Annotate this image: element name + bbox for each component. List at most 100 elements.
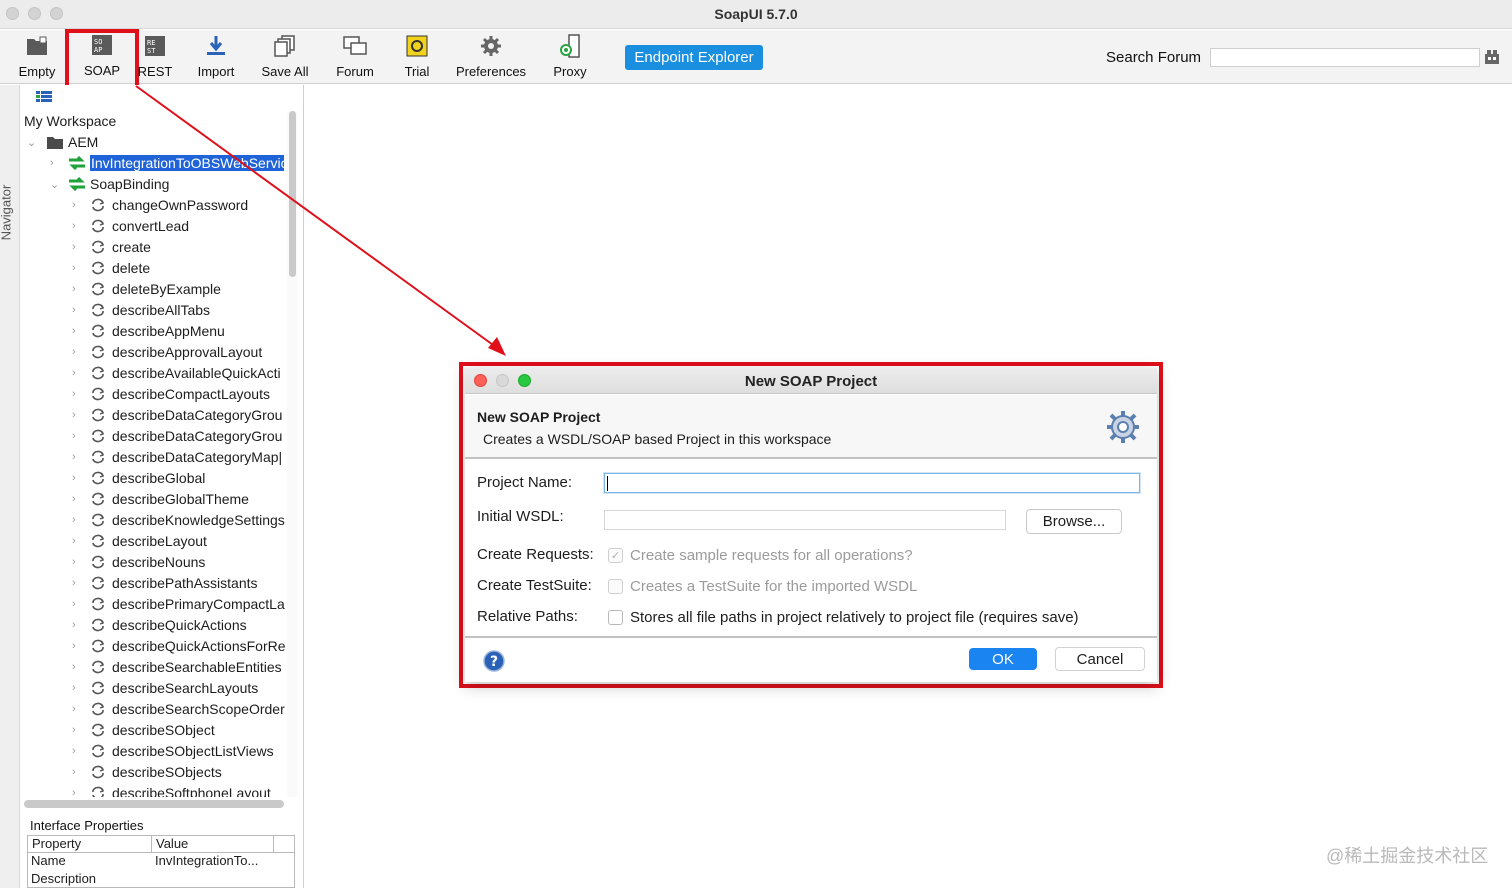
chevron-right-icon[interactable]: › [72,199,82,211]
chevron-right-icon[interactable]: › [72,451,82,463]
chevron-right-icon[interactable]: › [72,493,82,505]
property-column-header[interactable]: Property [28,836,152,852]
proxy-button[interactable]: Proxy [550,34,590,82]
trial-button[interactable]: Trial [399,34,435,82]
chevron-right-icon[interactable]: › [72,619,82,631]
operation-node[interactable]: › describeSObjects [72,762,222,782]
operation-node[interactable]: › describeQuickActionsForRe [72,636,286,656]
chevron-right-icon[interactable]: › [72,325,82,337]
rest-project-button[interactable]: RE ST REST [138,34,172,82]
operation-node[interactable]: › describeSearchableEntities [72,657,282,677]
operation-node[interactable]: › describeQuickActions [72,615,247,635]
chevron-down-icon[interactable]: ⌄ [50,178,60,191]
interface-node-selected[interactable]: › InvIntegrationToOBSWebService [50,153,284,173]
forum-button[interactable]: Forum [333,34,377,82]
operation-node[interactable]: › describePathAssistants [72,573,258,593]
project-node[interactable]: ⌄ AEM [27,132,98,152]
operation-node[interactable]: › describeSearchLayouts [72,678,258,698]
operation-node[interactable]: › describeSearchScopeOrder [72,699,285,719]
chevron-right-icon[interactable]: › [72,388,82,400]
operation-node[interactable]: › delete [72,258,150,278]
project-name-input[interactable] [604,473,1140,493]
navigator-tab[interactable]: Navigator [0,85,20,888]
operation-node[interactable]: › describeLayout [72,531,207,551]
chevron-right-icon[interactable]: › [72,220,82,232]
chevron-down-icon[interactable]: ⌄ [27,136,37,149]
chevron-right-icon[interactable]: › [72,556,82,568]
create-requests-option[interactable]: ✓ Create sample requests for all operati… [608,547,913,564]
search-forum-input[interactable] [1210,48,1480,67]
operation-node[interactable]: › describeSObject [72,720,215,740]
chevron-right-icon[interactable]: › [72,367,82,379]
operation-node[interactable]: › describeAppMenu [72,321,225,341]
chevron-right-icon[interactable]: › [72,577,82,589]
chevron-right-icon[interactable]: › [72,640,82,652]
chevron-right-icon[interactable]: › [72,724,82,736]
operation-node[interactable]: › describeAllTabs [72,300,210,320]
operation-node[interactable]: › deleteByExample [72,279,221,299]
create-requests-checkbox[interactable]: ✓ [608,548,623,563]
operation-node[interactable]: › describeGlobal [72,468,205,488]
chevron-right-icon[interactable]: › [72,409,82,421]
browse-button[interactable]: Browse... [1026,509,1122,534]
chevron-right-icon[interactable]: › [72,598,82,610]
endpoint-explorer-button[interactable]: Endpoint Explorer [625,45,763,70]
operation-node[interactable]: › changeOwnPassword [72,195,248,215]
chevron-right-icon[interactable]: › [72,241,82,253]
tree-horizontal-scrollbar[interactable] [24,799,284,809]
chevron-right-icon[interactable]: › [72,787,82,797]
value-column-header[interactable]: Value [152,836,274,852]
search-go-icon[interactable] [1484,49,1500,65]
save-all-button[interactable]: Save All [259,34,311,82]
list-view-icon[interactable] [36,91,52,103]
chevron-right-icon[interactable]: › [72,346,82,358]
cancel-button[interactable]: Cancel [1055,647,1145,671]
operation-node[interactable]: › describeSoftphoneLayout [72,783,271,797]
operation-node[interactable]: › describeAvailableQuickActi [72,363,281,383]
import-button[interactable]: Import [194,34,238,82]
chevron-right-icon[interactable]: › [72,682,82,694]
relative-paths-checkbox[interactable] [608,610,623,625]
operation-node[interactable]: › describePrimaryCompactLa [72,594,285,614]
operation-node[interactable]: › describeSObjectListViews [72,741,274,761]
operation-node[interactable]: › describeDataCategoryGrou [72,426,282,446]
chevron-right-icon[interactable]: › [72,766,82,778]
chevron-right-icon[interactable]: › [72,304,82,316]
scroll-thumb[interactable] [24,800,284,808]
chevron-right-icon[interactable]: › [72,661,82,673]
help-icon[interactable]: ? [483,650,505,672]
chevron-right-icon[interactable]: › [50,157,60,169]
empty-project-button[interactable]: Empty [17,34,57,82]
chevron-right-icon[interactable]: › [72,703,82,715]
operation-node[interactable]: › describeCompactLayouts [72,384,270,404]
preferences-button[interactable]: Preferences [455,34,527,82]
operation-node[interactable]: › create [72,237,151,257]
create-testsuite-checkbox[interactable] [608,579,623,594]
chevron-right-icon[interactable]: › [72,535,82,547]
tree-vertical-scrollbar[interactable] [287,111,297,797]
relative-paths-option[interactable]: Stores all file paths in project relativ… [608,609,1079,626]
chevron-right-icon[interactable]: › [72,745,82,757]
chevron-right-icon[interactable]: › [72,430,82,442]
interface-node[interactable]: ⌄ SoapBinding [50,174,169,194]
ok-button[interactable]: OK [969,648,1037,670]
initial-wsdl-input[interactable] [604,510,1006,530]
scroll-thumb[interactable] [289,111,296,277]
soap-project-button[interactable]: SO AP SOAP [65,29,139,90]
chevron-right-icon[interactable]: › [72,514,82,526]
chevron-right-icon[interactable]: › [72,283,82,295]
table-row[interactable]: Description [28,871,294,889]
table-row[interactable]: Name InvIntegrationTo... [28,853,294,871]
operation-node[interactable]: › describeKnowledgeSettings [72,510,285,530]
operation-node[interactable]: › describeDataCategoryGrou [72,405,282,425]
workspace-node[interactable]: My Workspace [24,111,116,131]
operation-node[interactable]: › describeNouns [72,552,205,572]
operation-node[interactable]: › describeApprovalLayout [72,342,262,362]
create-testsuite-option[interactable]: Creates a TestSuite for the imported WSD… [608,578,917,595]
operation-node[interactable]: › describeGlobalTheme [72,489,249,509]
chevron-right-icon[interactable]: › [72,262,82,274]
new-soap-project-dialog: New SOAP Project New SOAP Project Create… [465,368,1157,682]
operation-node[interactable]: › convertLead [72,216,189,236]
operation-node[interactable]: › describeDataCategoryMap| [72,447,282,467]
chevron-right-icon[interactable]: › [72,472,82,484]
